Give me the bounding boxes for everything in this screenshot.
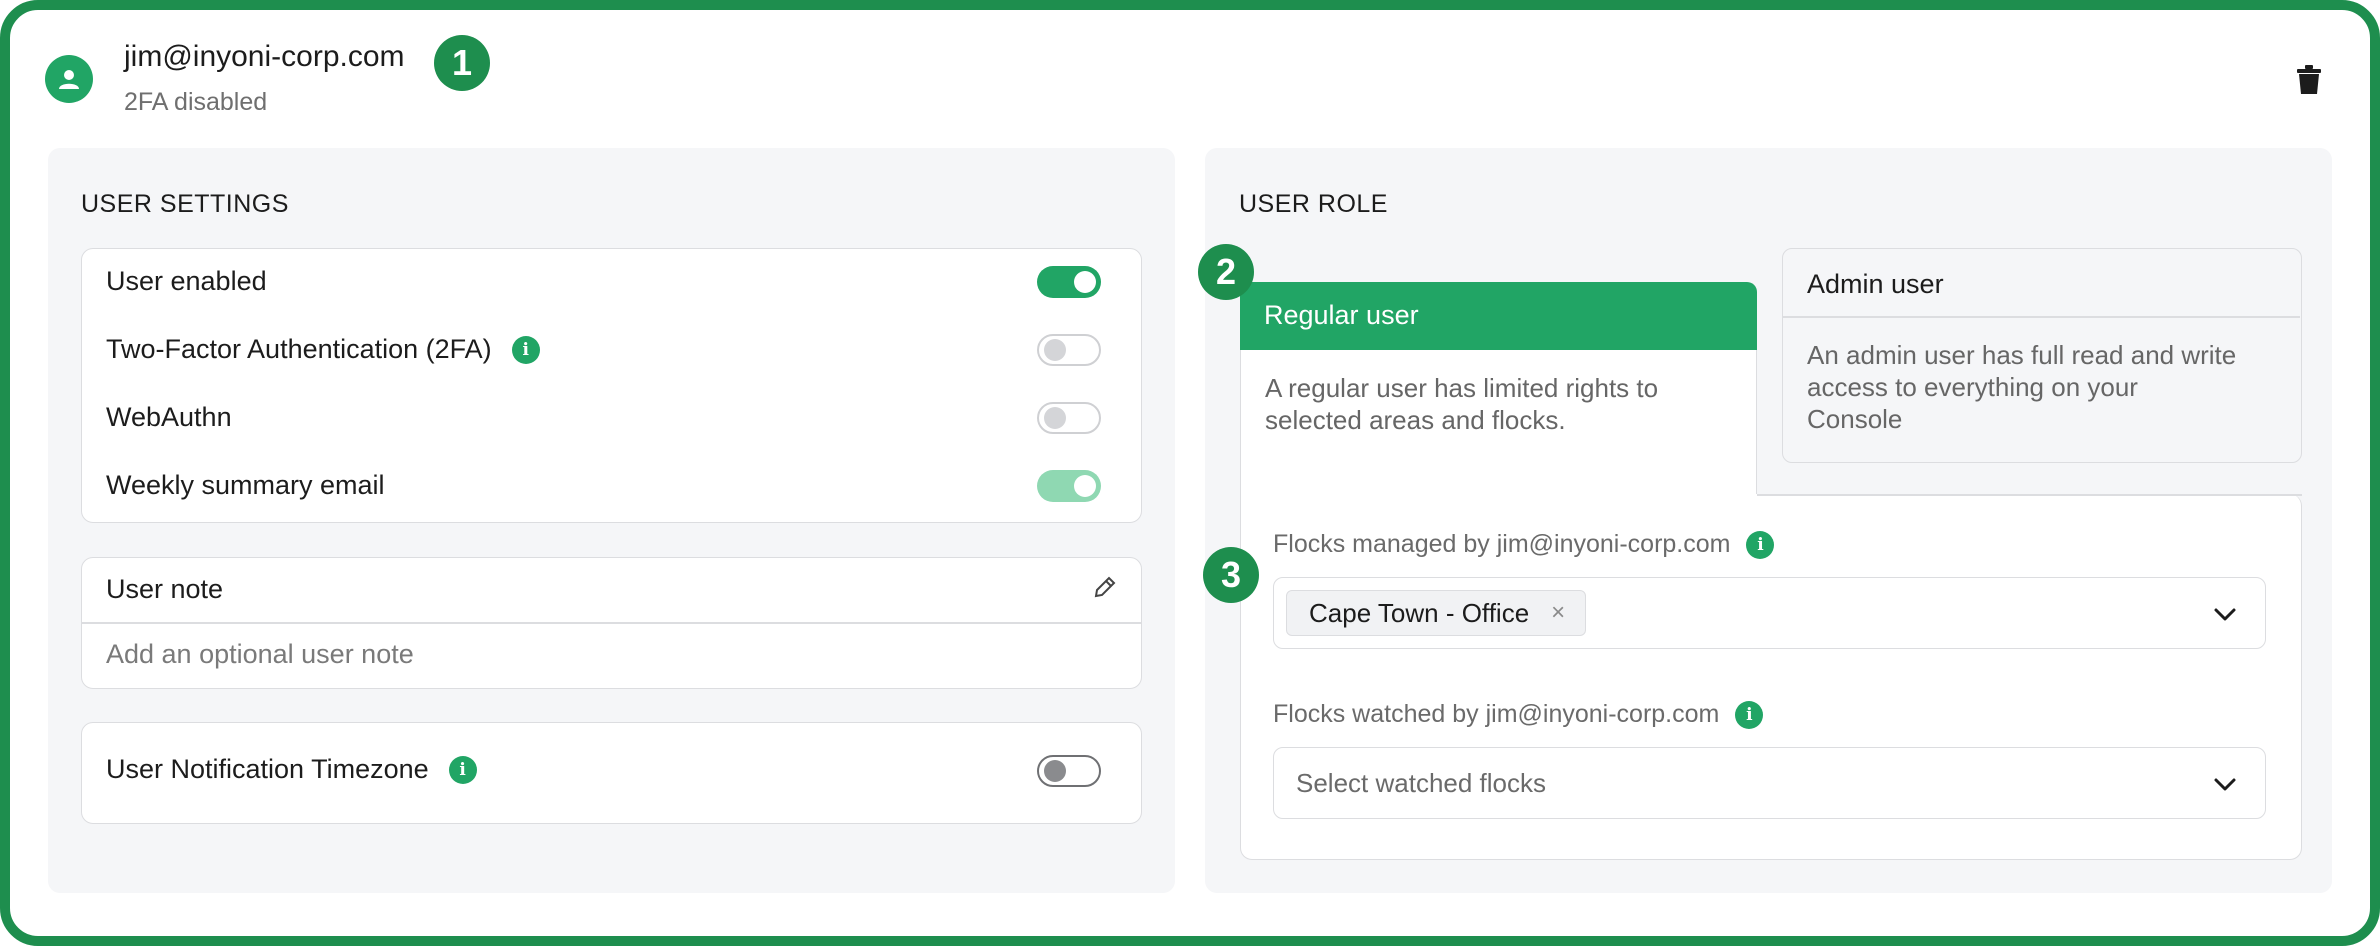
flocks-watched-placeholder: Select watched flocks — [1296, 768, 1547, 798]
info-icon[interactable]: i — [448, 755, 477, 784]
note-divider — [82, 622, 1141, 624]
flocks-managed-text: Flocks managed by jim@inyoni-corp.com — [1273, 530, 1731, 558]
two-factor-text: Two-Factor Authentication (2FA) — [106, 334, 492, 364]
user-avatar-icon — [45, 55, 93, 103]
webauthn-toggle[interactable] — [1037, 402, 1101, 434]
timezone-toggle[interactable] — [1037, 755, 1101, 787]
admin-divider — [1783, 316, 2300, 318]
user-enabled-label: User enabled — [106, 266, 267, 297]
chip-remove-icon[interactable]: × — [1551, 599, 1565, 627]
callout-badge-1: 1 — [434, 35, 490, 91]
flocks-watched-select[interactable]: Select watched flocks — [1273, 747, 2266, 819]
regular-desc-line2: selected areas and flocks. — [1265, 405, 1566, 435]
flocks-watched-label: Flocks watched by jim@inyoni-corp.com i — [1273, 700, 1764, 729]
regular-desc-line1: A regular user has limited rights to — [1265, 373, 1659, 403]
flocks-managed-label: Flocks managed by jim@inyoni-corp.com i — [1273, 530, 1775, 559]
admin-user-title: Admin user — [1807, 269, 1944, 299]
admin-desc-line1: An admin user has full read and write — [1807, 340, 2237, 370]
flock-chip-label: Cape Town - Office — [1309, 597, 1530, 628]
flocks-watched-text: Flocks watched by jim@inyoni-corp.com — [1273, 700, 1720, 728]
regular-user-tab[interactable]: Regular user — [1240, 282, 1757, 350]
info-icon[interactable]: i — [1735, 700, 1764, 729]
user-settings-title: USER SETTINGS — [81, 190, 289, 218]
weekly-summary-label: Weekly summary email — [106, 470, 385, 501]
admin-desc-line3: Console — [1807, 404, 1903, 434]
flock-chip: Cape Town - Office × — [1286, 590, 1587, 636]
timezone-label: User Notification Timezone i — [106, 754, 477, 785]
user-note-title: User note — [106, 574, 223, 605]
user-enabled-text: User enabled — [106, 266, 267, 296]
info-icon[interactable]: i — [1746, 530, 1775, 559]
regular-user-title: Regular user — [1264, 300, 1419, 330]
weekly-summary-text: Weekly summary email — [106, 470, 385, 500]
edit-pencil-icon[interactable] — [1092, 574, 1118, 600]
weekly-summary-toggle[interactable] — [1037, 470, 1101, 502]
webauthn-text: WebAuthn — [106, 402, 232, 432]
two-factor-label: Two-Factor Authentication (2FA) i — [106, 334, 540, 365]
info-icon[interactable]: i — [511, 335, 540, 364]
flocks-managed-select[interactable]: Cape Town - Office × — [1273, 577, 2266, 649]
webauthn-label: WebAuthn — [106, 402, 232, 433]
timezone-text: User Notification Timezone — [106, 754, 429, 784]
regular-user-description: A regular user has limited rights to sel… — [1240, 350, 1757, 495]
user-note-input[interactable]: Add an optional user note — [106, 639, 414, 670]
user-role-title: USER ROLE — [1239, 190, 1388, 218]
chevron-down-icon[interactable] — [2211, 770, 2239, 798]
callout-badge-3: 3 — [1203, 547, 1259, 603]
user-note-title-text: User note — [106, 574, 224, 604]
user-email: jim@inyoni-corp.com — [124, 40, 405, 73]
two-factor-toggle[interactable] — [1037, 334, 1101, 366]
flocks-card-top-border — [1757, 494, 2302, 496]
callout-badge-2: 2 — [1198, 244, 1254, 300]
user-enabled-toggle[interactable] — [1037, 266, 1101, 298]
twofa-status: 2FA disabled — [124, 88, 268, 116]
chevron-down-icon[interactable] — [2211, 600, 2239, 628]
admin-desc-line2: access to everything on your — [1807, 372, 2138, 402]
delete-user-trash-icon[interactable] — [2293, 62, 2325, 98]
admin-user-tab[interactable]: Admin user An admin user has full read a… — [1782, 248, 2302, 463]
